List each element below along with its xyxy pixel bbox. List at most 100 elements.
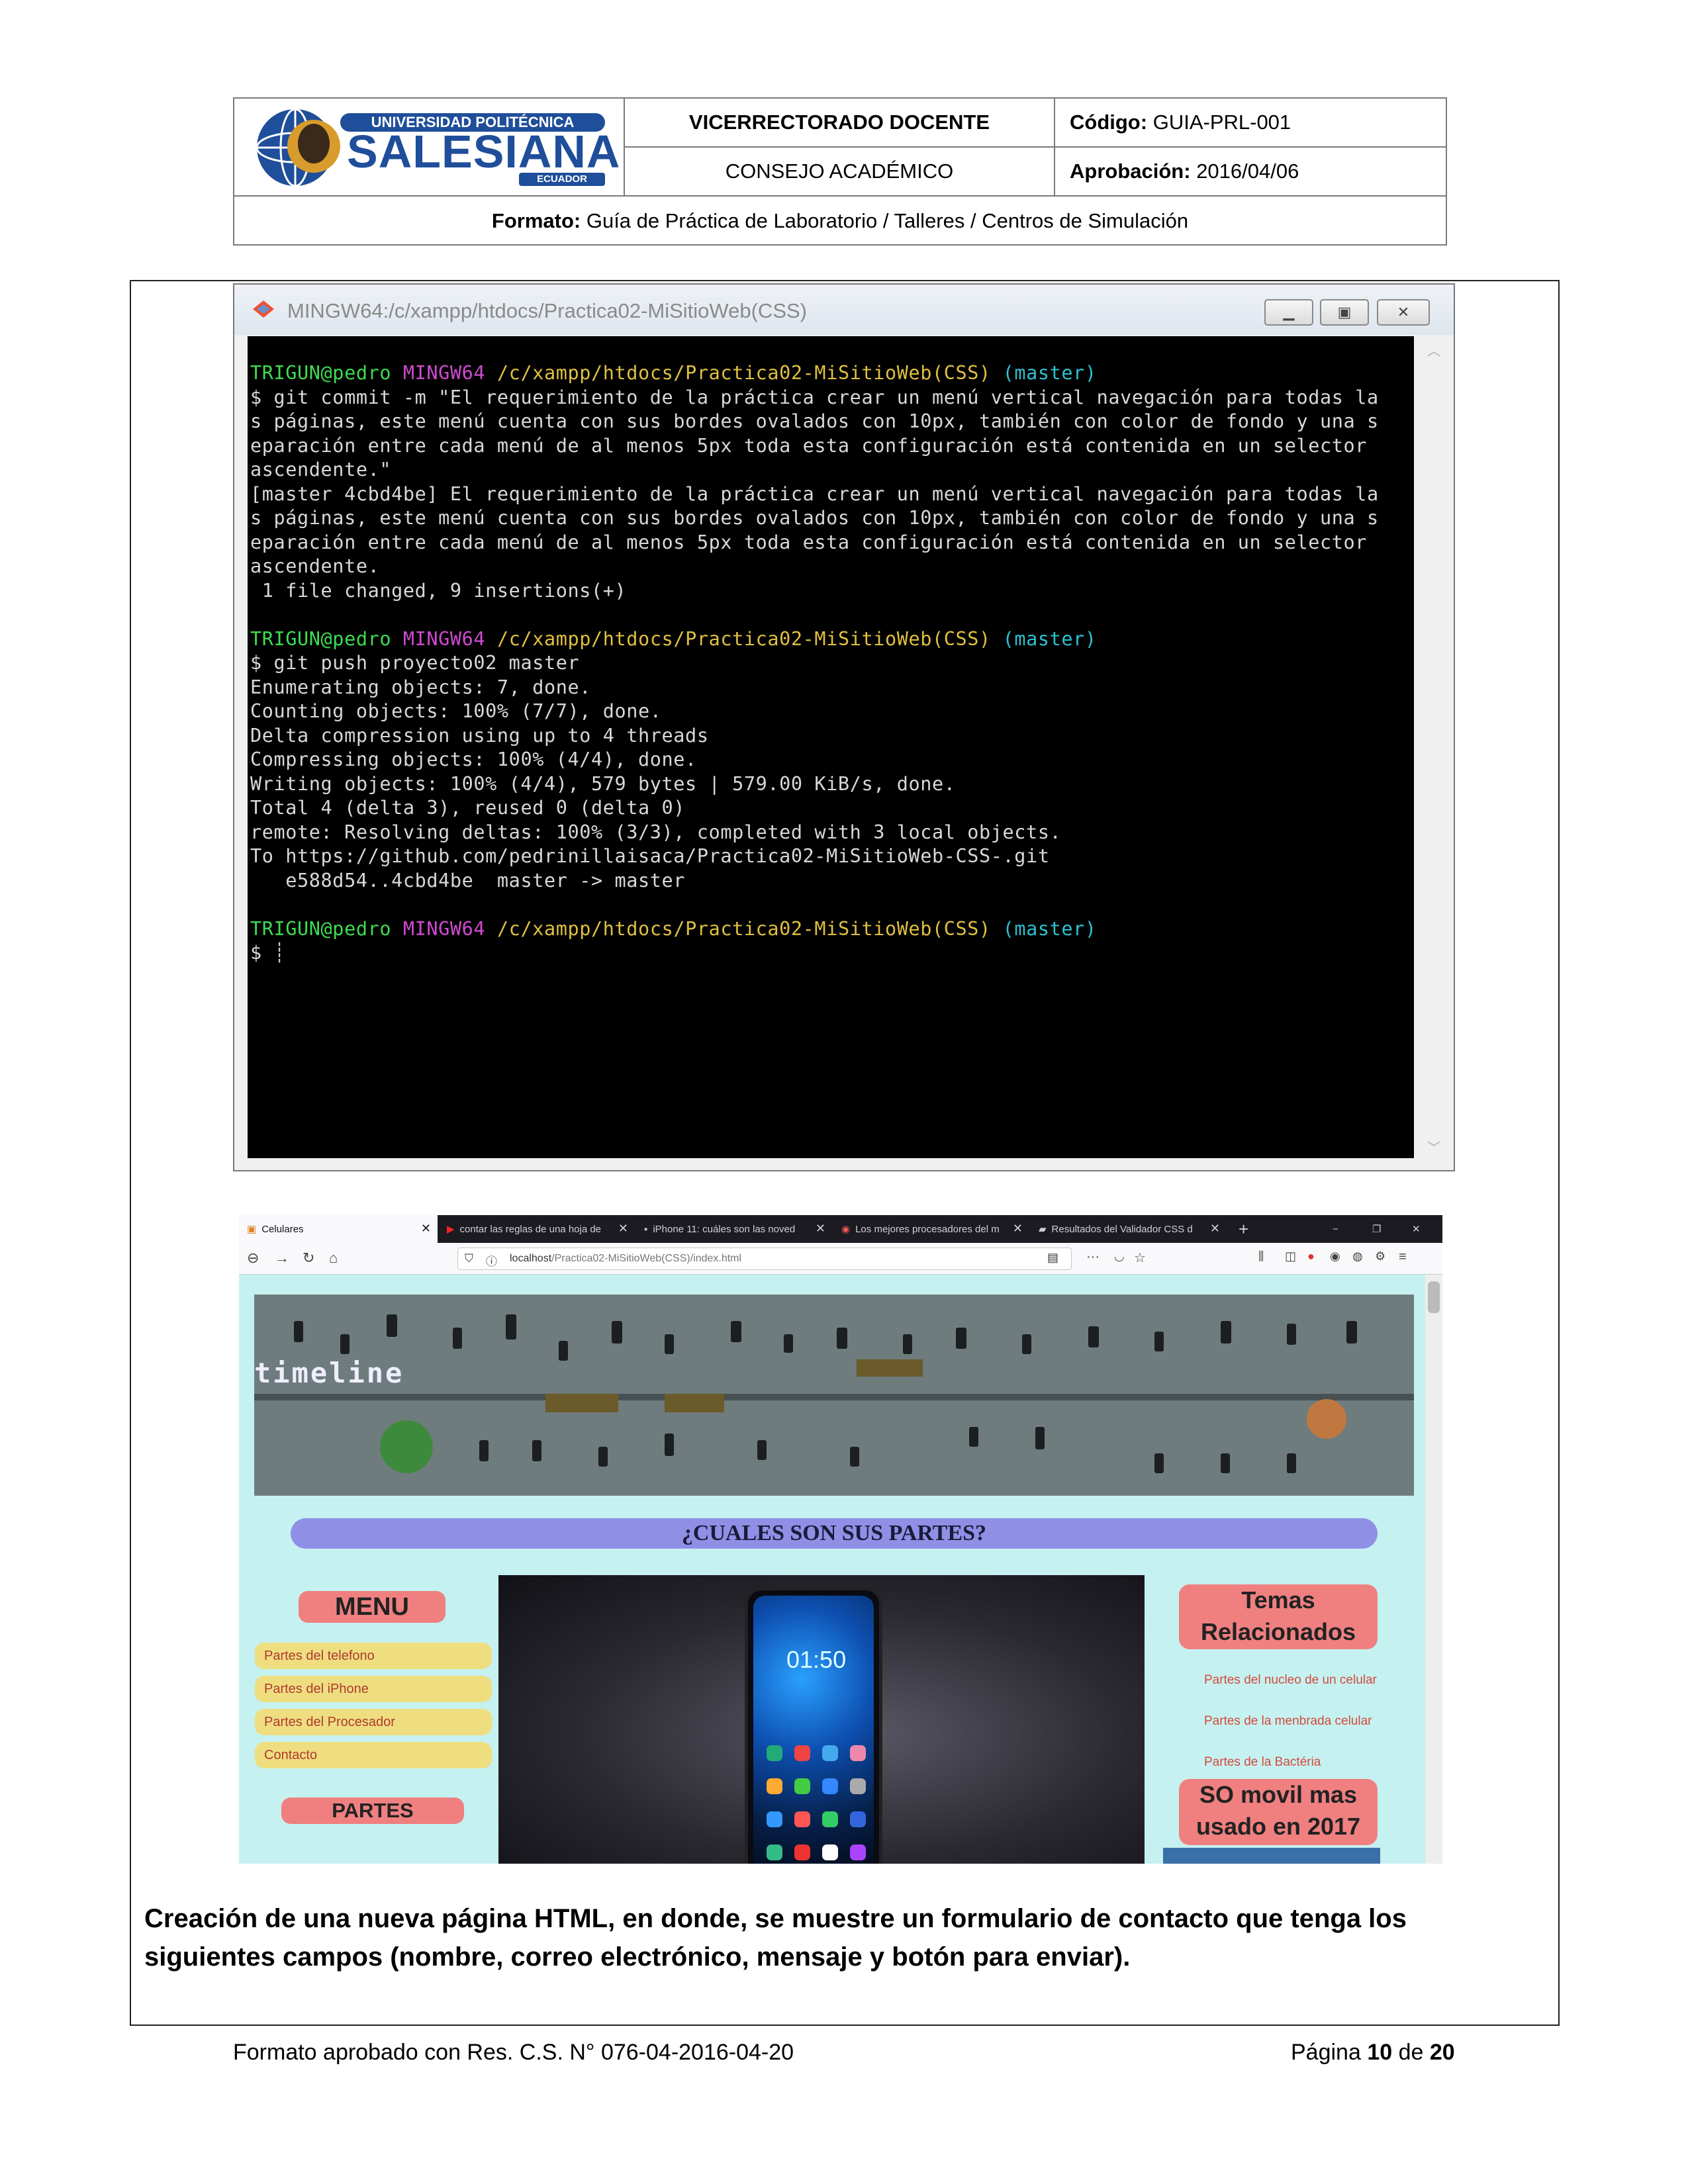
more-actions-icon[interactable]: ···	[1086, 1250, 1100, 1265]
reader-view-icon[interactable]: ▤	[1047, 1251, 1058, 1265]
phone-photo: 01:50	[498, 1575, 1145, 1864]
related-link[interactable]: Partes de la Bactéria	[1204, 1752, 1383, 1772]
vicerrectorado-cell: VICERRECTORADO DOCENTE	[625, 99, 1055, 148]
banner-graphic	[254, 1295, 1414, 1496]
terminal-line: To https://github.com/pedrinillaisaca/Pr…	[250, 845, 1050, 867]
consejo-cell: CONSEJO ACADÉMICO	[625, 148, 1055, 197]
terminal-output[interactable]: TRIGUN@pedro MINGW64 /c/xampp/htdocs/Pra…	[248, 336, 1414, 1158]
banner-text: timeline	[254, 1357, 404, 1389]
terminal-line: $ git push proyecto02 master	[250, 652, 580, 674]
url-path: /Practica02-MiSitioWeb(CSS)/index.html	[551, 1253, 742, 1264]
terminal-line: eparación entre cada menú de al menos 5p…	[250, 434, 1368, 457]
menu-icon[interactable]: ≡	[1399, 1250, 1407, 1265]
prompt-line: TRIGUN@pedro MINGW64 /c/xampp/htdocs/Pra…	[250, 917, 1097, 940]
terminal-line: Compressing objects: 100% (4/4), done.	[250, 749, 697, 770]
pocket-icon[interactable]: ◡	[1114, 1250, 1125, 1263]
so-image-strip	[1163, 1848, 1380, 1864]
close-tab-icon[interactable]: ✕	[421, 1222, 431, 1236]
window-minimize-icon[interactable]: −	[1325, 1215, 1351, 1243]
back-icon[interactable]: ⊖	[247, 1250, 259, 1267]
info-icon: ⓘ	[486, 1255, 497, 1268]
home-icon[interactable]: ⌂	[329, 1250, 338, 1267]
terminal-line: Delta compression using up to 4 threads	[250, 724, 709, 747]
tab-5[interactable]: ▰ Resultados del Validador CSS d ✕	[1031, 1215, 1227, 1243]
youtube-icon: ▶	[447, 1224, 455, 1235]
university-logo: UNIVERSIDAD POLITÉCNICA SALESIANA ECUADO…	[234, 99, 625, 197]
terminal-cursor: ┊	[273, 942, 286, 964]
phone-clock: 01:50	[786, 1646, 847, 1673]
url-bar[interactable]: ⛉ ⓘ localhost/Practica02-MiSitioWeb(CSS)…	[457, 1248, 1072, 1270]
terminal-line: [master 4cbd4be] El requerimiento de la …	[250, 482, 1379, 505]
menu-item[interactable]: Contacto	[255, 1742, 492, 1768]
aprobacion-cell: Aprobación: 2016/04/06	[1055, 148, 1447, 197]
minimize-button[interactable]: ▁	[1264, 299, 1313, 326]
related-link[interactable]: Partes de la menbrada celular	[1204, 1711, 1383, 1731]
close-button[interactable]: ✕	[1377, 299, 1430, 326]
browser-screenshot: ▣ Celulares ✕ ▶ contar las reglas de una ho…	[239, 1215, 1442, 1864]
window-close-icon[interactable]: ✕	[1404, 1215, 1430, 1243]
page-title-bar: ¿CUALES SON SUS PARTES?	[291, 1518, 1378, 1549]
menu-item[interactable]: Partes del telefono	[255, 1643, 492, 1669]
menu-item[interactable]: Partes del Procesador	[255, 1709, 492, 1735]
extension-icon[interactable]: ◍	[1352, 1250, 1363, 1263]
timeline-banner-image: timeline	[254, 1295, 1414, 1496]
browser-toolbar: ⊖ → ↻ ⌂ ⛉ ⓘ localhost/Practica02-MiSitio…	[239, 1243, 1442, 1275]
terminal-line: Counting objects: 100% (7/7), done.	[250, 700, 662, 722]
scroll-thumb[interactable]	[1428, 1281, 1440, 1313]
library-icon[interactable]: ⫼	[1258, 1250, 1264, 1263]
terminal-window: MINGW64:/c/xampp/htdocs/Practica02-MiSit…	[233, 283, 1455, 1171]
git-bash-icon	[253, 300, 274, 318]
terminal-line: remote: Resolving deltas: 100% (3/3), co…	[250, 821, 1062, 843]
new-tab-button[interactable]: +	[1231, 1215, 1257, 1243]
instruction-paragraph: Creación de una nueva página HTML, en do…	[144, 1904, 1407, 1972]
terminal-line: 1 file changed, 9 insertions(+)	[250, 579, 627, 602]
w3c-icon: ▰	[1039, 1224, 1047, 1235]
tab-4[interactable]: ◉ Los mejores procesadores del m ✕	[833, 1215, 1029, 1243]
page-favicon-icon: ▣	[247, 1224, 257, 1235]
extension-icon[interactable]: ⚙	[1375, 1250, 1385, 1263]
document-header-table: UNIVERSIDAD POLITÉCNICA SALESIANA ECUADO…	[233, 97, 1447, 246]
tab-3[interactable]: ▪ iPhone 11: cuáles son las noved ✕	[636, 1215, 832, 1243]
terminal-line: ascendente.	[250, 555, 380, 577]
page-scrollbar[interactable]	[1425, 1275, 1442, 1864]
browser-tab-strip: ▣ Celulares ✕ ▶ contar las reglas de una ho…	[239, 1215, 1442, 1243]
terminal-title: MINGW64:/c/xampp/htdocs/Practica02-MiSit…	[287, 299, 807, 322]
close-tab-icon[interactable]: ✕	[618, 1222, 628, 1236]
sidebar-icon[interactable]: ◫	[1285, 1250, 1296, 1263]
site-favicon-icon: ▪	[644, 1223, 648, 1235]
related-link[interactable]: Partes del nucleo de un celular	[1204, 1670, 1383, 1690]
prompt-line: TRIGUN@pedro MINGW64 /c/xampp/htdocs/Pra…	[250, 627, 1097, 650]
window-restore-icon[interactable]: ❐	[1364, 1215, 1391, 1243]
footer-format-note: Formato aprobado con Res. C.S. N° 076-04…	[233, 2040, 794, 2065]
prompt-line: TRIGUN@pedro MINGW64 /c/xampp/htdocs/Pra…	[250, 362, 1097, 384]
terminal-line: Total 4 (delta 3), reused 0 (delta 0)	[250, 797, 686, 819]
close-tab-icon[interactable]: ✕	[1013, 1222, 1023, 1236]
codigo-cell: Código: GUIA-PRL-001	[1055, 99, 1447, 148]
terminal-titlebar[interactable]: MINGW64:/c/xampp/htdocs/Practica02-MiSit…	[234, 285, 1454, 335]
phone-screen: 01:50	[753, 1596, 874, 1864]
site-favicon-icon: ◉	[841, 1224, 851, 1235]
terminal-line: eparación entre cada menú de al menos 5p…	[250, 531, 1368, 553]
terminal-line: $ git commit -m "El requerimiento de la …	[250, 386, 1379, 408]
footer-page-number: Página 10 de 20	[1291, 2040, 1455, 2065]
reload-icon[interactable]: ↻	[303, 1250, 314, 1267]
scroll-down-icon[interactable]: ﹀	[1427, 1137, 1440, 1156]
tab-celulares[interactable]: ▣ Celulares ✕	[239, 1215, 438, 1243]
temas-relacionados-header: Temas Relacionados	[1179, 1584, 1378, 1649]
terminal-input-line[interactable]: $ ┊	[250, 941, 1410, 966]
so-movil-header: SO movil mas usado en 2017	[1179, 1779, 1378, 1845]
close-tab-icon[interactable]: ✕	[1210, 1222, 1220, 1236]
forward-icon[interactable]: →	[275, 1250, 289, 1267]
terminal-scrollbar[interactable]: ︿ ﹀	[1414, 336, 1454, 1158]
terminal-line: s páginas, este menú cuenta con sus bord…	[250, 410, 1379, 432]
extension-icon[interactable]: ●	[1307, 1250, 1315, 1263]
close-tab-icon[interactable]: ✕	[816, 1222, 825, 1236]
account-icon[interactable]: ◉	[1330, 1250, 1340, 1263]
scroll-up-icon[interactable]: ︿	[1427, 340, 1440, 359]
tab-2[interactable]: ▶ contar las reglas de una hoja de ✕	[439, 1215, 635, 1243]
terminal-line: e588d54..4cbd4be master -> master	[250, 869, 686, 891]
menu-item[interactable]: Partes del iPhone	[255, 1676, 492, 1702]
terminal-line: s páginas, este menú cuenta con sus bord…	[250, 507, 1379, 529]
maximize-button[interactable]: ▣	[1320, 299, 1369, 326]
bookmark-star-icon[interactable]: ☆	[1134, 1250, 1146, 1266]
